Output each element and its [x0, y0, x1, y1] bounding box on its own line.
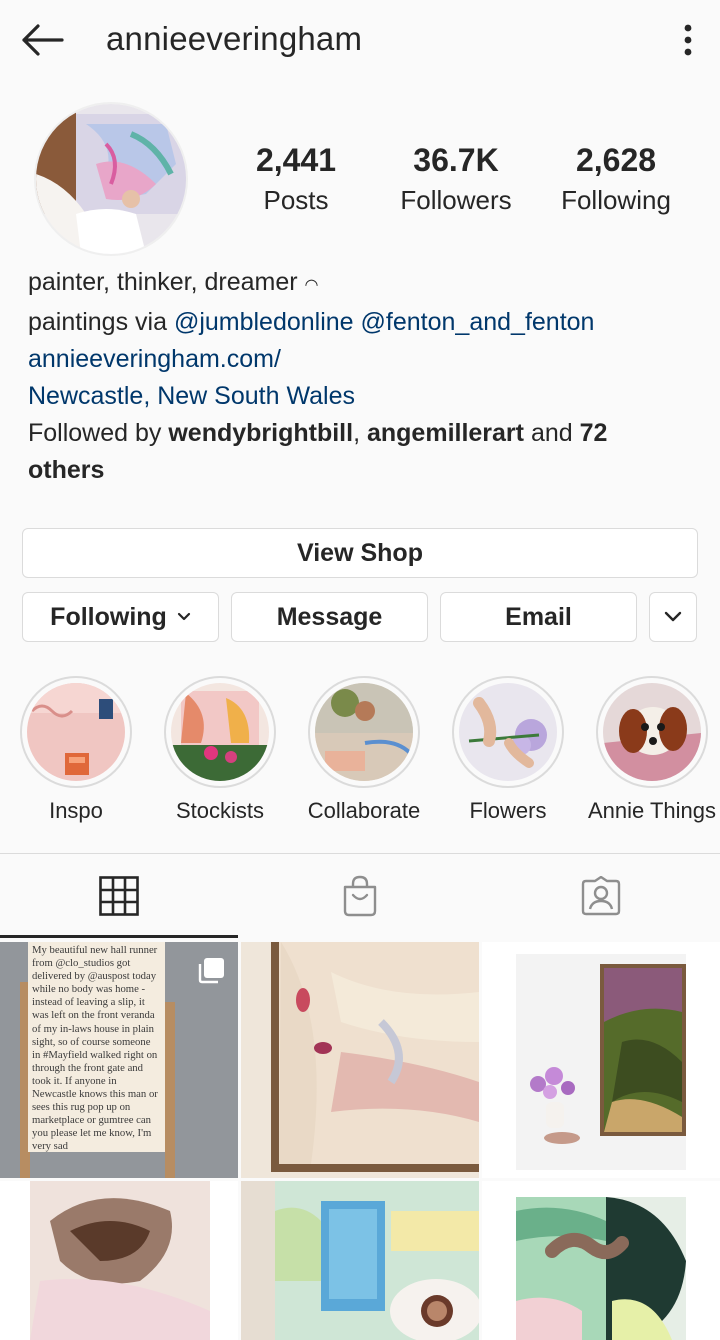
post-tile[interactable]	[0, 1181, 238, 1340]
message-button-label: Message	[276, 602, 383, 631]
highlight-label: Stockists	[175, 798, 265, 823]
bio-line-1: painter, thinker, dreamer ◠	[28, 264, 678, 304]
rainbow-icon: ◠	[304, 277, 319, 294]
highlight-label: Inspo	[49, 798, 103, 823]
followed-by-count: 72	[579, 419, 608, 447]
suggested-accounts-button[interactable]	[649, 592, 697, 642]
bio-tagline: painter, thinker, dreamer	[28, 268, 298, 296]
grid-icon	[99, 876, 139, 916]
highlight-thumbnail	[27, 683, 125, 781]
posts-label: Posts	[263, 185, 329, 215]
post-tile[interactable]	[241, 1181, 479, 1340]
following-count: 2,628	[575, 142, 657, 178]
follower-angemillerart: angemillerart	[366, 419, 524, 447]
follower-wendybrightbill: wendybrightbill	[168, 419, 354, 447]
tab-shop[interactable]	[241, 854, 479, 938]
view-shop-button[interactable]: View Shop	[22, 528, 698, 578]
post-tile[interactable]: My beautiful new hall runner from @clo_s…	[0, 942, 238, 1178]
post-tile[interactable]	[241, 942, 479, 1178]
highlight-thumbnail	[603, 683, 701, 781]
stat-followers[interactable]: 36.7K Followers	[376, 140, 536, 218]
highlight-ring	[164, 676, 276, 788]
highlight-thumbnail	[315, 683, 413, 781]
chevron-down-icon	[664, 611, 682, 623]
highlight-inspo[interactable]: Inspo	[6, 676, 146, 824]
following-label: Following	[561, 185, 671, 215]
tab-grid[interactable]	[0, 854, 238, 938]
location-link[interactable]: Newcastle, New South Wales	[28, 378, 678, 415]
view-shop-label: View Shop	[297, 538, 423, 567]
tab-active-indicator	[0, 935, 238, 938]
website-link[interactable]: annieeveringham.com/	[28, 341, 678, 378]
followed-by-and: and	[524, 419, 580, 447]
highlight-label: Collaborate	[307, 798, 421, 823]
highlight-stockists[interactable]: Stockists	[150, 676, 290, 824]
email-button-label: Email	[505, 602, 572, 631]
bio-paintings-text: paintings via	[28, 308, 174, 336]
followed-by[interactable]: Followed by wendybrightbill, angemillera…	[28, 415, 678, 489]
following-button[interactable]: Following	[22, 592, 219, 642]
highlight-label: Annie Things	[587, 798, 716, 823]
profile-bio: painter, thinker, dreamer ◠ paintings vi…	[28, 264, 678, 489]
following-button-label: Following	[50, 602, 167, 631]
post-caption-text: My beautiful new hall runner from @clo_s…	[28, 942, 165, 1152]
highlight-thumbnail	[459, 683, 557, 781]
more-options-icon[interactable]	[670, 18, 706, 62]
post-tile[interactable]	[482, 942, 720, 1178]
email-button[interactable]: Email	[440, 592, 637, 642]
followers-label: Followers	[400, 185, 512, 215]
highlight-collaborate[interactable]: Collaborate	[294, 676, 434, 824]
highlight-flowers[interactable]: Flowers	[438, 676, 578, 824]
mention-fenton-and-fenton[interactable]: @fenton_and_fenton	[361, 308, 595, 336]
followed-by-prefix: Followed by	[28, 419, 169, 447]
back-arrow-icon[interactable]	[14, 16, 70, 64]
message-button[interactable]: Message	[231, 592, 428, 642]
followed-by-others: others	[28, 456, 105, 484]
chevron-down-icon	[177, 612, 191, 622]
mention-jumbledonline[interactable]: @jumbledonline	[174, 308, 354, 336]
shopping-bag-icon	[341, 875, 379, 917]
profile-avatar[interactable]	[34, 102, 188, 256]
highlight-label: Flowers	[469, 798, 547, 823]
tab-tagged[interactable]	[482, 854, 720, 938]
posts-count: 2,441	[255, 142, 337, 178]
highlight-annie-things[interactable]: Annie Things	[582, 676, 720, 824]
highlight-thumbnail	[171, 683, 269, 781]
highlight-ring	[20, 676, 132, 788]
tagged-user-icon	[580, 876, 622, 916]
bio-line-2: paintings via @jumbledonline @fenton_and…	[28, 304, 678, 341]
top-bar: annieeveringham	[0, 0, 720, 84]
highlight-ring	[596, 676, 708, 788]
stat-following[interactable]: 2,628 Following	[536, 140, 696, 218]
carousel-icon	[198, 956, 226, 984]
profile-username: annieeveringham	[106, 20, 363, 57]
followers-count: 36.7K	[413, 142, 499, 178]
stat-posts[interactable]: 2,441 Posts	[216, 140, 376, 218]
highlight-ring	[452, 676, 564, 788]
post-tile[interactable]	[482, 1181, 720, 1340]
highlight-ring	[308, 676, 420, 788]
